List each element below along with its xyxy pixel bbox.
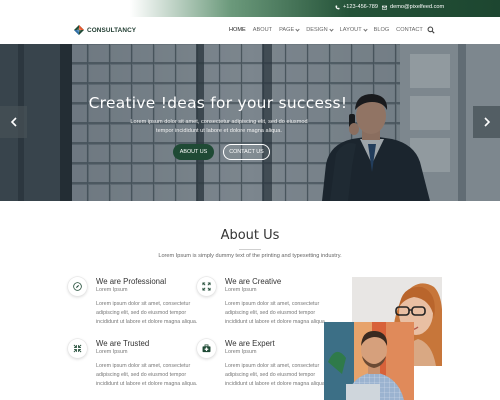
chevron-down-icon bbox=[363, 26, 368, 32]
brand-logo[interactable]: CONSULTANCY bbox=[74, 25, 136, 35]
chevron-down-icon bbox=[329, 26, 334, 32]
feature-subtitle: Lorem Ipsum bbox=[225, 349, 257, 355]
expand-arrows-icon bbox=[202, 282, 211, 291]
phone-icon bbox=[335, 5, 340, 9]
feature-icon-badge bbox=[68, 277, 87, 296]
feature-title: We are Professional bbox=[96, 277, 167, 286]
nav-label: PAGE bbox=[279, 27, 295, 33]
feature-body: Lorem ipsum dolor sit amet, consectetur … bbox=[225, 301, 327, 325]
nav-label: LAYOUT bbox=[339, 27, 362, 33]
main-nav: HOME ABOUT PAGE DESIGN LAYOUT BLOG CONTA… bbox=[229, 26, 423, 33]
feature-icon-badge bbox=[197, 339, 216, 358]
nav-label: HOME bbox=[229, 27, 246, 33]
title-divider bbox=[239, 249, 261, 250]
search-icon[interactable] bbox=[427, 26, 435, 34]
chevron-left-icon bbox=[10, 117, 17, 127]
about-us-button[interactable]: ABOUT US bbox=[173, 144, 214, 160]
nav-label: CONTACT bbox=[396, 27, 423, 33]
site-header: CONSULTANCY HOME ABOUT PAGE DESIGN LAYOU… bbox=[0, 17, 500, 44]
contact-us-button[interactable]: CONTACT US bbox=[223, 144, 270, 160]
man-photo-image bbox=[324, 322, 414, 400]
phone-number: +123-456-789 bbox=[343, 4, 378, 10]
about-title: About Us bbox=[220, 228, 280, 243]
feature-body: Lorem ipsum dolor sit amet, consectetur … bbox=[96, 301, 198, 325]
hero-title: Creative !deas for your success! bbox=[88, 94, 348, 112]
feature-title: We are Trusted bbox=[96, 339, 150, 348]
nav-item-about[interactable]: ABOUT bbox=[253, 27, 272, 33]
nav-label: BLOG bbox=[373, 27, 390, 33]
hero-text: Lorem ipsum dolor sit amet, consectetur … bbox=[130, 119, 308, 134]
email-contact[interactable]: demo@pixelfeed.com bbox=[382, 4, 444, 10]
top-contact-bar: +123-456-789 demo@pixelfeed.com bbox=[0, 0, 500, 17]
medkit-icon bbox=[202, 344, 211, 353]
team-photo-man bbox=[324, 322, 414, 400]
hero-slider: Creative !deas for your success! Lorem i… bbox=[0, 44, 500, 201]
feature-body: Lorem ipsum dolor sit amet, consectetur … bbox=[225, 363, 327, 387]
mail-icon bbox=[382, 5, 387, 10]
feature-title: We are Creative bbox=[225, 277, 282, 286]
about-subtitle: Lorem Ipsum is simply dummy text of the … bbox=[158, 253, 342, 259]
brand-name: CONSULTANCY bbox=[87, 26, 137, 34]
nav-item-page[interactable]: PAGE bbox=[279, 26, 300, 33]
diamond-logo-icon bbox=[74, 25, 84, 35]
nav-label: ABOUT bbox=[252, 27, 273, 33]
phone-contact[interactable]: +123-456-789 bbox=[335, 4, 378, 10]
nav-item-design[interactable]: DESIGN bbox=[306, 26, 334, 33]
nav-label: DESIGN bbox=[306, 27, 328, 33]
chevron-right-icon bbox=[483, 117, 490, 127]
feature-subtitle: Lorem Ipsum bbox=[225, 287, 257, 293]
feature-body: Lorem ipsum dolor sit amet, consectetur … bbox=[96, 363, 198, 387]
nav-item-contact[interactable]: CONTACT bbox=[396, 27, 423, 33]
nav-item-home[interactable]: HOME bbox=[229, 27, 246, 33]
compass-icon bbox=[73, 282, 82, 291]
nav-item-blog[interactable]: BLOG bbox=[374, 27, 390, 33]
slider-prev-button[interactable] bbox=[0, 106, 27, 138]
nav-item-layout[interactable]: LAYOUT bbox=[339, 26, 368, 33]
feature-subtitle: Lorem Ipsum bbox=[96, 287, 128, 293]
compress-arrows-icon bbox=[73, 344, 82, 353]
feature-icon-badge bbox=[197, 277, 216, 296]
feature-title: We are Expert bbox=[225, 339, 275, 348]
feature-icon-badge bbox=[68, 339, 87, 358]
email-address: demo@pixelfeed.com bbox=[390, 4, 445, 10]
feature-subtitle: Lorem Ipsum bbox=[96, 349, 128, 355]
slider-next-button[interactable] bbox=[473, 106, 500, 138]
chevron-down-icon bbox=[295, 26, 300, 32]
